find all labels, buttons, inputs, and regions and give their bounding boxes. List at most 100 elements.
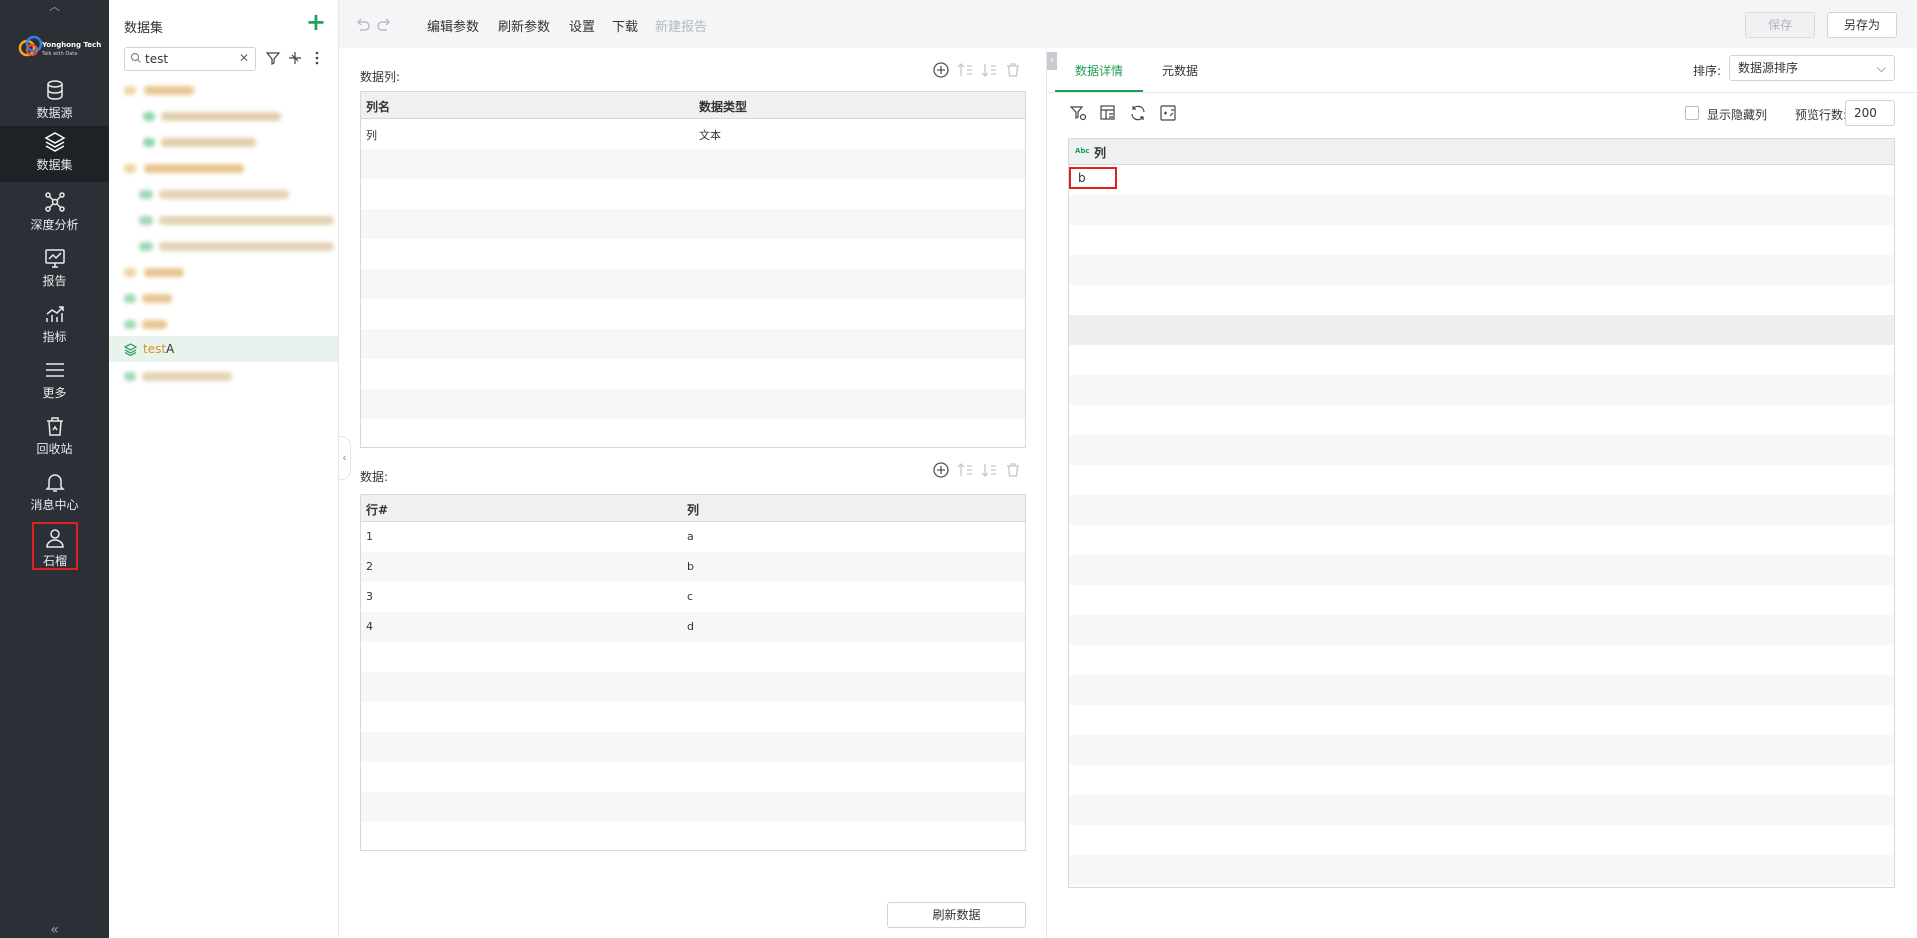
chevron-down-icon: ⌵: [1876, 61, 1886, 75]
cell-row-number: 1: [366, 530, 373, 543]
locate-icon[interactable]: [287, 50, 303, 66]
table-row[interactable]: 列 文本: [361, 119, 1025, 149]
formula-icon[interactable]: [1159, 104, 1177, 122]
nav-label: 石榴: [42, 554, 67, 568]
refresh-data-button[interactable]: 刷新数据: [887, 902, 1026, 928]
data-grid-header: 行# 列: [361, 495, 1025, 522]
columns-grid: 列名 数据类型 列 文本: [360, 91, 1026, 448]
logo-slogan: Talk with Data: [42, 51, 78, 57]
preview-cell-highlighted[interactable]: b: [1069, 167, 1117, 189]
nav-collapse-icon[interactable]: «: [0, 922, 109, 938]
redo-icon[interactable]: [376, 15, 394, 33]
panel-title: 数据集: [124, 21, 164, 36]
column-header-name: 列名: [366, 100, 391, 114]
nav-item-report[interactable]: 报告: [0, 242, 109, 298]
preview-panel: ‹ 数据详情 元数据 排序: 数据源排序 ⌵ 显示隐藏列 预览行数: Abc 列…: [1046, 48, 1917, 938]
collapse-tree-handle[interactable]: ‹: [339, 436, 351, 480]
nav-item-recycle-bin[interactable]: 回收站: [0, 410, 109, 466]
tab-data-detail[interactable]: 数据详情: [1075, 62, 1123, 79]
tree-item-blurred[interactable]: [109, 103, 338, 129]
nav-item-more[interactable]: 更多: [0, 354, 109, 410]
cell-value: c: [687, 590, 694, 603]
preview-grid-header[interactable]: Abc 列: [1069, 139, 1894, 165]
preview-column-name: 列: [1094, 146, 1107, 160]
edit-params-button[interactable]: 编辑参数: [427, 16, 479, 35]
more-vertical-icon[interactable]: [309, 50, 325, 66]
settings-button[interactable]: 设置: [569, 16, 595, 35]
yonghong-logo: Yonghong Tech Talk with Data: [18, 30, 101, 64]
filter-icon[interactable]: [265, 50, 281, 66]
delete-icon[interactable]: [1004, 461, 1022, 479]
tree-item-blurred[interactable]: [109, 363, 338, 389]
tree-item-blurred[interactable]: [109, 207, 338, 233]
move-down-icon[interactable]: [980, 61, 998, 79]
tree-item-blurred[interactable]: [109, 311, 338, 337]
cell-column-name: 列: [366, 129, 377, 142]
tree-item-blurred[interactable]: [109, 233, 338, 259]
columns-grid-header: 列名 数据类型: [361, 92, 1025, 119]
nav-label: 数据集: [36, 158, 73, 172]
tree-folder-blurred[interactable]: [109, 155, 338, 181]
move-up-icon[interactable]: [956, 461, 974, 479]
cell-value: a: [687, 530, 694, 543]
nav-item-user[interactable]: 石榴: [32, 522, 78, 570]
table-row[interactable]: 3 c: [361, 582, 1025, 612]
column-header-row-number: 行#: [366, 503, 389, 517]
tree-item-blurred[interactable]: [109, 181, 338, 207]
save-button[interactable]: 保存: [1745, 12, 1815, 38]
add-dataset-icon[interactable]: +: [306, 10, 326, 34]
move-down-icon[interactable]: [980, 461, 998, 479]
menu-icon: [45, 363, 64, 377]
tree-item-blurred[interactable]: [109, 285, 338, 311]
nav-label: 深度分析: [30, 218, 79, 232]
tree-folder-blurred[interactable]: [109, 77, 338, 103]
columns-toolbar: [932, 61, 1022, 81]
text-type-badge: Abc: [1075, 147, 1090, 155]
sort-select[interactable]: 数据源排序 ⌵: [1729, 55, 1895, 81]
nav-label: 回收站: [36, 442, 73, 456]
user-icon: [46, 529, 64, 548]
new-report-button[interactable]: 新建报告: [655, 16, 707, 35]
layers-icon: [43, 132, 66, 152]
collapse-right-handle[interactable]: ‹: [1047, 52, 1057, 70]
add-circle-icon[interactable]: [932, 461, 950, 479]
cell-column-type: 文本: [699, 129, 721, 142]
nav-item-dataset[interactable]: 数据集: [0, 126, 109, 182]
table-row[interactable]: b: [1069, 165, 1894, 195]
table-settings-icon[interactable]: [1099, 104, 1117, 122]
table-row[interactable]: 4 d: [361, 612, 1025, 642]
tree-item-selected[interactable]: testA: [109, 336, 338, 362]
network-icon: [44, 192, 65, 212]
refresh-icon[interactable]: [1129, 104, 1147, 122]
data-grid: 行# 列 1 a 2 b 3 c 4 d: [360, 494, 1026, 851]
cell-row-number: 4: [366, 620, 373, 633]
column-header-col: 列: [687, 503, 700, 517]
save-as-button[interactable]: 另存为: [1827, 12, 1897, 38]
move-up-icon[interactable]: [956, 61, 974, 79]
show-hidden-checkbox[interactable]: [1685, 106, 1699, 120]
delete-icon[interactable]: [1004, 61, 1022, 79]
tab-metadata[interactable]: 元数据: [1162, 62, 1198, 79]
nav-collapse-up-icon[interactable]: ︿: [0, 1, 109, 12]
report-icon: [44, 249, 65, 268]
clear-search-icon[interactable]: ✕: [239, 51, 249, 65]
add-circle-icon[interactable]: [932, 61, 950, 79]
tree-search-input[interactable]: [145, 51, 231, 67]
nav-item-datasource[interactable]: 数据源: [0, 74, 109, 130]
tree-item-blurred[interactable]: [109, 129, 338, 155]
undo-icon[interactable]: [353, 15, 371, 33]
nav-item-metric[interactable]: 指标: [0, 298, 109, 354]
filter-settings-icon[interactable]: [1069, 104, 1087, 122]
nav-item-message-center[interactable]: 消息中心: [0, 466, 109, 522]
refresh-params-button[interactable]: 刷新参数: [498, 16, 550, 35]
nav-item-deep-analysis[interactable]: 深度分析: [0, 186, 109, 242]
dataset-icon: [124, 343, 137, 356]
download-button[interactable]: 下载: [612, 16, 638, 35]
tree-search-box[interactable]: ✕: [124, 47, 256, 71]
cell-row-number: 2: [366, 560, 373, 573]
columns-section-label: 数据列:: [360, 70, 401, 84]
table-row[interactable]: 1 a: [361, 522, 1025, 552]
tree-folder-blurred[interactable]: [109, 259, 338, 285]
preview-rows-input[interactable]: [1845, 100, 1895, 126]
table-row[interactable]: 2 b: [361, 552, 1025, 582]
